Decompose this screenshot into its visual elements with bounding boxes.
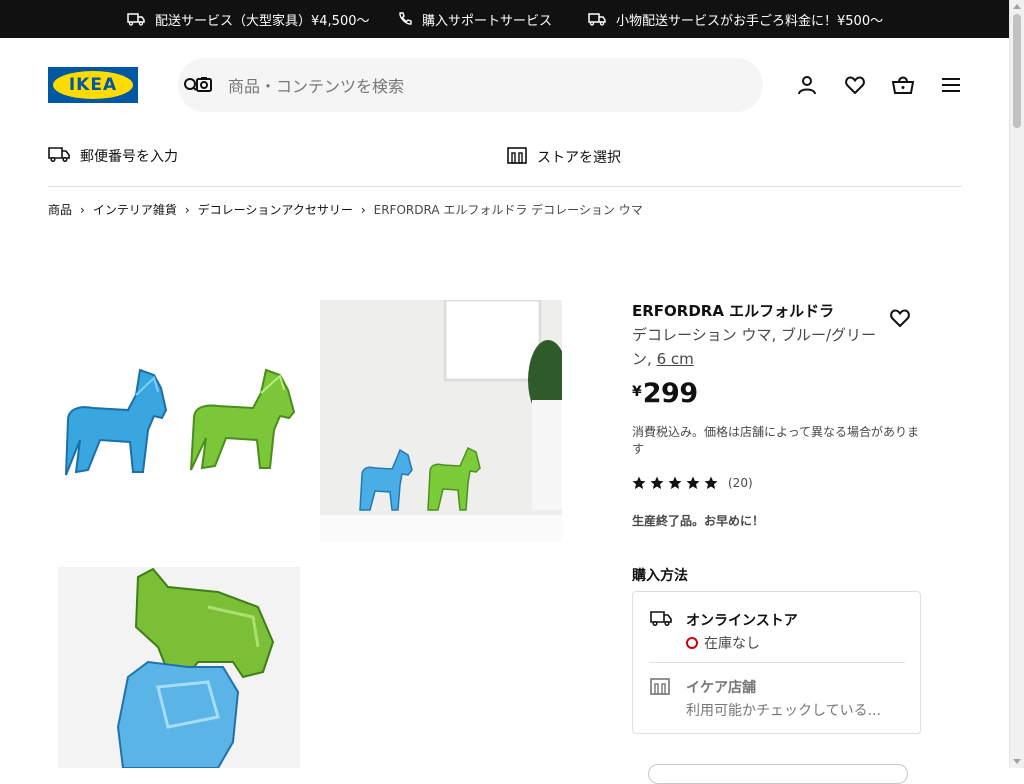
online-store-status: 在庫なし (686, 633, 798, 653)
product-description: デコレーション ウマ, ブルー/グリーン, 6 cm (632, 323, 882, 371)
chevron-right-icon: › (80, 202, 85, 217)
announcement-label: 配送サービス（大型家具）¥4,500〜 (155, 13, 370, 29)
scroll-down-arrow[interactable] (1013, 759, 1021, 764)
visual-search-icon[interactable] (182, 73, 218, 97)
product-price: ¥ 299 (632, 378, 698, 409)
phone-icon (398, 12, 412, 26)
online-store-availability[interactable]: オンラインストア 在庫なし (650, 610, 798, 653)
add-to-cart-button[interactable] (648, 764, 908, 784)
chevron-right-icon: › (184, 202, 190, 217)
breadcrumb-item-products[interactable]: 商品 (48, 201, 72, 218)
product-image-closeup[interactable] (58, 567, 300, 768)
star-icon (632, 476, 646, 489)
price-value: 299 (642, 378, 698, 409)
store-icon (650, 677, 674, 701)
menu-icon[interactable] (939, 73, 963, 97)
store-title: イケア店舗 (686, 680, 756, 696)
search-input[interactable]: 商品・コンテンツを検索 (228, 73, 404, 97)
out-of-stock-icon (686, 637, 698, 649)
purchase-method-heading: 購入方法 (632, 568, 688, 584)
tax-note: 消費税込み。価格は店舗によって異なる場合があります (632, 425, 920, 456)
truck-icon (588, 12, 606, 26)
breadcrumb: 商品 › インテリア雑貨 › デコレーションアクセサリー › ERFORDRA … (48, 201, 643, 218)
store-availability[interactable]: イケア店舗 利用可能かチェックしている... (650, 677, 881, 720)
breadcrumb-item-interior[interactable]: インテリア雑貨 (93, 201, 177, 218)
announcement-bar: 配送サービス（大型家具）¥4,500〜 購入サポートサービス 小物配送サービスが… (0, 0, 1009, 38)
scrollbar-thumb[interactable] (1013, 14, 1021, 128)
product-name: ERFORDRA エルフォルドラ (632, 302, 835, 320)
announcement-delivery-large[interactable]: 配送サービス（大型家具）¥4,500〜 (127, 0, 370, 38)
add-to-favorites-button[interactable] (890, 309, 912, 331)
breadcrumb-current: ERFORDRA エルフォルドラ デコレーション ウマ (373, 203, 643, 217)
product-rating[interactable]: (20) (632, 476, 753, 490)
availability-divider (649, 662, 905, 663)
star-icon (686, 476, 700, 489)
store-icon (507, 146, 527, 168)
truck-icon (127, 12, 145, 26)
heart-icon (890, 309, 910, 331)
discontinued-notice: 生産終了品。お早めに！ (632, 514, 765, 528)
star-icon (668, 476, 682, 489)
product-image-main[interactable] (58, 300, 300, 542)
postal-code-label: 郵便番号を入力 (80, 149, 178, 165)
product-size-link[interactable]: 6 cm (657, 350, 694, 368)
announcement-label: 購入サポートサービス (422, 13, 553, 29)
header-divider (48, 186, 962, 187)
announcement-support[interactable]: 購入サポートサービス (398, 0, 552, 38)
delivery-row: 郵便番号を入力 ストアを選択 (48, 146, 962, 172)
availability-box: オンラインストア 在庫なし イケア店舗 利用可能かチェックしている... (632, 591, 921, 734)
product-image-room[interactable] (320, 300, 562, 542)
store-selector[interactable]: ストアを選択 (507, 146, 621, 168)
announcement-label: 小物配送サービスがお手ごろ料金に！¥500〜 (616, 13, 884, 29)
product-info: ERFORDRA エルフォルドラ デコレーション ウマ, ブルー/グリーン, 6… (632, 300, 922, 371)
star-icon (704, 476, 718, 489)
truck-icon (48, 146, 70, 166)
online-store-status-text: 在庫なし (704, 636, 760, 652)
online-store-title: オンラインストア (686, 613, 798, 629)
logo-text: IKEA (68, 75, 118, 95)
announcement-delivery-small[interactable]: 小物配送サービスがお手ごろ料金に！¥500〜 (588, 0, 883, 38)
price-currency: ¥ (632, 384, 642, 400)
postal-code-selector[interactable]: 郵便番号を入力 (48, 146, 178, 166)
store-label: ストアを選択 (537, 150, 621, 166)
search-bar[interactable]: 商品・コンテンツを検索 (178, 58, 763, 112)
breadcrumb-item-decoration[interactable]: デコレーションアクセサリー (198, 201, 353, 218)
rating-count: (20) (728, 476, 753, 490)
star-icon (650, 476, 664, 489)
ikea-logo[interactable]: IKEA (48, 67, 138, 103)
store-status: 利用可能かチェックしている... (686, 703, 881, 719)
heart-icon[interactable] (843, 73, 867, 97)
account-icon[interactable] (795, 73, 819, 97)
page-scrollbar[interactable] (1009, 0, 1024, 768)
truck-icon (650, 610, 674, 634)
chevron-right-icon: › (360, 202, 366, 217)
scroll-up-arrow[interactable] (1013, 4, 1021, 9)
cart-icon[interactable] (891, 73, 915, 97)
